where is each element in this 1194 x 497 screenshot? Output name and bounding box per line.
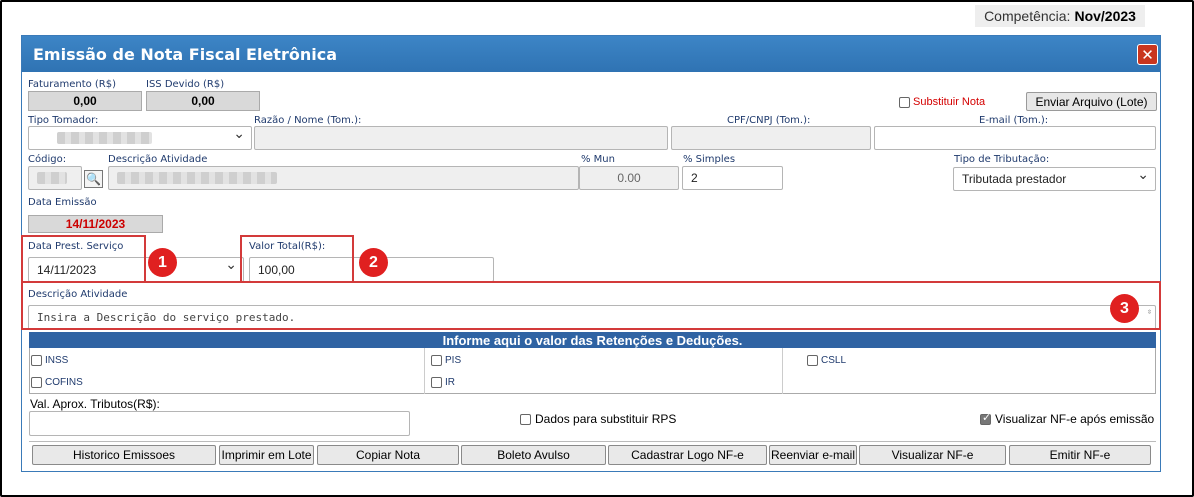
descricao-atividade-code-input[interactable] bbox=[108, 166, 579, 190]
historico-emissoes-button[interactable]: Historico Emissoes bbox=[32, 445, 216, 465]
annotation-marker-3: 3 bbox=[1110, 294, 1139, 323]
ir-label: IR bbox=[445, 377, 455, 388]
retencoes-divider bbox=[782, 348, 783, 394]
substituir-nota-option[interactable]: Substituir Nota bbox=[899, 96, 985, 108]
footer-divider bbox=[29, 441, 1156, 442]
cpf-cnpj-label: CPF/CNPJ (Tom.): bbox=[727, 115, 811, 126]
simples-input[interactable]: 2 bbox=[682, 166, 783, 190]
retencoes-header: Informe aqui o valor das Retenções e Ded… bbox=[29, 332, 1156, 348]
substituir-nota-label: Substituir Nota bbox=[913, 96, 986, 108]
tipo-tributacao-label: Tipo de Tributação: bbox=[954, 154, 1050, 165]
codigo-label: Código: bbox=[28, 154, 67, 165]
copiar-nota-button[interactable]: Copiar Nota bbox=[317, 445, 459, 465]
retencoes-divider bbox=[424, 348, 425, 394]
competencia-label: Competência: bbox=[984, 8, 1071, 24]
competencia-value: Nov/2023 bbox=[1074, 8, 1136, 24]
mun-input[interactable]: 0.00 bbox=[579, 166, 679, 190]
enviar-arquivo-button[interactable]: Enviar Arquivo (Lote) bbox=[1026, 92, 1157, 111]
pis-option[interactable]: PIS bbox=[431, 355, 461, 366]
imprimir-em-lote-button[interactable]: Imprimir em Lote bbox=[219, 445, 314, 465]
csll-label: CSLL bbox=[821, 355, 847, 366]
csll-checkbox[interactable] bbox=[807, 355, 818, 366]
cofins-checkbox[interactable] bbox=[31, 377, 42, 388]
cpf-cnpj-input[interactable] bbox=[671, 126, 871, 150]
emitir-nfe-button[interactable]: Emitir NF-e bbox=[1009, 445, 1151, 465]
inss-checkbox[interactable] bbox=[31, 355, 42, 366]
visualizar-nfe-button[interactable]: Visualizar NF-e bbox=[859, 445, 1006, 465]
visualizar-apos-checkbox[interactable] bbox=[980, 411, 991, 425]
ir-checkbox[interactable] bbox=[431, 377, 442, 388]
dados-rps-checkbox[interactable] bbox=[520, 413, 531, 425]
codigo-input[interactable] bbox=[28, 166, 82, 190]
ir-option[interactable]: IR bbox=[431, 377, 455, 388]
descricao-redacted bbox=[117, 172, 277, 184]
iss-value: 0,00 bbox=[146, 91, 260, 111]
annotation-marker-2: 2 bbox=[359, 248, 388, 277]
annotation-box-1 bbox=[21, 235, 146, 283]
val-aprox-input[interactable] bbox=[29, 411, 410, 436]
retencoes-panel bbox=[29, 348, 1156, 394]
annotation-box-2 bbox=[240, 235, 354, 283]
competencia-badge: Competência: Nov/2023 bbox=[975, 5, 1145, 27]
cofins-option[interactable]: COFINS bbox=[31, 377, 83, 388]
visualizar-apos-option[interactable]: Visualizar NF-e após emissão bbox=[980, 411, 1155, 426]
annotation-box-3 bbox=[21, 281, 1161, 330]
boleto-avulso-button[interactable]: Boleto Avulso bbox=[461, 445, 606, 465]
data-emissao-value: 14/11/2023 bbox=[28, 215, 163, 233]
descricao-atividade-code-label: Descrição Atividade bbox=[108, 154, 208, 165]
email-label: E-mail (Tom.): bbox=[979, 115, 1049, 126]
dialog-titlebar: Emissão de Nota Fiscal Eletrônica ✕ bbox=[22, 36, 1160, 72]
simples-label: % Simples bbox=[683, 154, 736, 165]
tipo-tributacao-value: Tributada prestador bbox=[962, 172, 1067, 186]
substituir-nota-checkbox[interactable] bbox=[899, 96, 910, 108]
reenviar-email-button[interactable]: Reenviar e-mail bbox=[769, 445, 857, 465]
tipo-tomador-redacted bbox=[57, 132, 152, 144]
val-aprox-label: Val. Aprox. Tributos(R$): bbox=[30, 397, 160, 411]
razao-nome-input[interactable] bbox=[254, 126, 668, 150]
iss-label: ISS Devido (R$) bbox=[146, 79, 225, 90]
faturamento-label: Faturamento (R$) bbox=[28, 79, 117, 90]
cofins-label: COFINS bbox=[45, 377, 83, 388]
razao-nome-label: Razão / Nome (Tom.): bbox=[254, 115, 362, 126]
cadastrar-logo-button[interactable]: Cadastrar Logo NF-e bbox=[608, 445, 767, 465]
nfe-dialog: Emissão de Nota Fiscal Eletrônica ✕ Fatu… bbox=[21, 35, 1161, 472]
faturamento-value: 0,00 bbox=[28, 91, 142, 111]
tipo-tributacao-select[interactable]: Tributada prestador bbox=[953, 166, 1156, 191]
inss-option[interactable]: INSS bbox=[31, 355, 68, 366]
dados-rps-option[interactable]: Dados para substituir RPS bbox=[520, 412, 676, 426]
codigo-redacted bbox=[37, 172, 67, 184]
tipo-tomador-select[interactable] bbox=[28, 125, 252, 150]
search-icon[interactable]: 🔍 bbox=[84, 170, 103, 188]
visualizar-apos-label: Visualizar NF-e após emissão bbox=[995, 412, 1155, 426]
mun-label: % Mun bbox=[581, 154, 615, 165]
dialog-title: Emissão de Nota Fiscal Eletrônica bbox=[33, 45, 337, 64]
data-emissao-label: Data Emissão bbox=[28, 197, 97, 208]
email-input[interactable] bbox=[874, 126, 1156, 150]
close-icon[interactable]: ✕ bbox=[1137, 44, 1158, 65]
pis-checkbox[interactable] bbox=[431, 355, 442, 366]
dados-rps-label: Dados para substituir RPS bbox=[535, 412, 677, 426]
csll-option[interactable]: CSLL bbox=[807, 355, 846, 366]
annotation-marker-1: 1 bbox=[148, 248, 177, 277]
inss-label: INSS bbox=[45, 355, 69, 366]
tipo-tomador-label: Tipo Tomador: bbox=[28, 115, 99, 126]
pis-label: PIS bbox=[445, 355, 462, 366]
